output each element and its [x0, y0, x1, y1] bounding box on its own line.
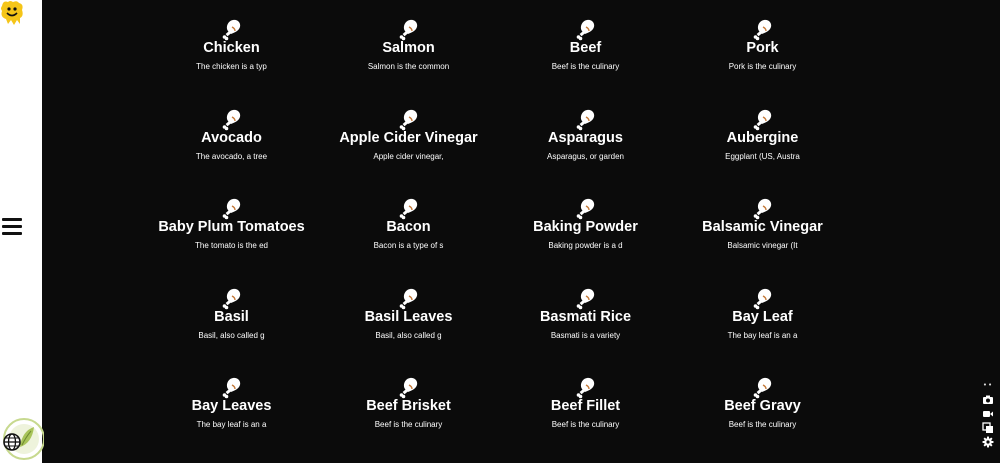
drumstick-icon	[220, 107, 244, 131]
ingredient-description: Baking powder is a d	[548, 241, 623, 250]
drumstick-icon	[751, 286, 775, 310]
ingredient-title: Asparagus	[548, 129, 623, 146]
ingredient-title: Bay Leaves	[191, 398, 272, 414]
drumstick-icon	[751, 375, 775, 399]
ingredient-card[interactable]: Bay Leaf The bay leaf is an a	[674, 283, 851, 373]
ingredient-title: Basil	[214, 308, 249, 325]
floating-toolbar: ••	[980, 382, 996, 448]
ingredient-title: Pork	[746, 40, 779, 56]
ingredient-title: Salmon	[382, 40, 435, 56]
ingredient-card[interactable]: Beef Beef is the culinary	[497, 14, 674, 104]
ingredient-card[interactable]: Balsamic Vinegar Balsamic vinegar (It	[674, 193, 851, 283]
ingredient-card[interactable]: Beef Gravy Beef is the culinary	[674, 372, 851, 462]
ingredient-description: The bay leaf is an a	[727, 330, 798, 340]
ingredient-title: Baking Powder	[533, 219, 638, 235]
ingredient-description: Beef is the culinary	[551, 420, 620, 429]
ingredient-description: Beef is the culinary	[728, 420, 797, 429]
ingredient-description: Asparagus, or garden	[547, 151, 624, 161]
ingredient-description: Beef is the culinary	[551, 62, 620, 71]
ingredient-title: Beef	[569, 40, 602, 56]
app-window: Chicken The chicken is a typ Salmon Salmon …	[0, 0, 1000, 463]
ingredient-card[interactable]: Pork Pork is the culinary	[674, 14, 851, 104]
ingredient-description: Basil, also called g	[198, 330, 265, 340]
ingredient-description: Beef is the culinary	[374, 420, 443, 429]
drumstick-icon	[574, 375, 598, 399]
ingredient-card[interactable]: Bay Leaves The bay leaf is an a	[143, 372, 320, 462]
video-camera-icon[interactable]	[982, 405, 994, 417]
drumstick-icon	[397, 196, 421, 220]
ingredient-description: The avocado, a tree	[195, 151, 268, 161]
ingredient-card[interactable]: Basil Basil, also called g	[143, 283, 320, 373]
ingredient-card[interactable]: Chicken The chicken is a typ	[143, 14, 320, 104]
copy-icon[interactable]	[982, 419, 994, 433]
drumstick-icon	[574, 196, 598, 220]
globe-icon[interactable]	[2, 432, 22, 452]
ingredient-description: Bacon is a type of s	[373, 241, 444, 250]
drumstick-icon	[751, 107, 775, 131]
ingredient-title: Basmati Rice	[539, 308, 632, 325]
drumstick-icon	[220, 286, 244, 310]
ingredient-title: Chicken	[203, 40, 260, 56]
camera-icon[interactable]	[982, 391, 994, 404]
drumstick-icon	[397, 17, 421, 41]
drumstick-icon	[574, 286, 598, 310]
sidebar	[0, 0, 45, 463]
ingredient-title: Beef Gravy	[724, 398, 801, 414]
drumstick-icon	[574, 17, 598, 41]
ingredient-card[interactable]: Aubergine Eggplant (US, Austra	[674, 104, 851, 194]
ingredient-description: The bay leaf is an a	[196, 420, 267, 429]
ingredient-card[interactable]: Apple Cider Vinegar Apple cider vinegar,	[320, 104, 497, 194]
ingredient-card[interactable]: Salmon Salmon is the common	[320, 14, 497, 104]
drumstick-icon	[751, 196, 775, 220]
ingredient-card[interactable]: Beef Fillet Beef is the culinary	[497, 372, 674, 462]
ingredient-title: Balsamic Vinegar	[702, 219, 823, 235]
ingredient-card[interactable]: Beef Brisket Beef is the culinary	[320, 372, 497, 462]
smiley-logo-icon[interactable]	[0, 0, 24, 26]
ingredient-description: The tomato is the ed	[195, 241, 268, 250]
drumstick-icon	[397, 375, 421, 399]
ingredient-title: Basil Leaves	[364, 308, 453, 325]
ingredient-card[interactable]: Basmati Rice Basmati is a variety	[497, 283, 674, 373]
ingredient-description: The chicken is a typ	[196, 62, 267, 71]
ingredient-card[interactable]: Basil Leaves Basil, also called g	[320, 283, 497, 373]
drumstick-icon	[397, 286, 421, 310]
ingredient-description: Apple cider vinegar,	[373, 151, 444, 161]
drumstick-icon	[397, 107, 421, 131]
ingredient-card[interactable]: Avocado The avocado, a tree	[143, 104, 320, 194]
hamburger-menu-icon[interactable]	[2, 218, 22, 236]
drumstick-icon	[220, 375, 244, 399]
ingredient-title: Beef Brisket	[366, 398, 451, 414]
ingredient-description: Eggplant (US, Austra	[725, 151, 800, 161]
drumstick-icon	[220, 17, 244, 41]
toolbar-drag-handle[interactable]: ••	[983, 382, 993, 389]
ingredient-title: Bacon	[386, 219, 431, 235]
ingredient-title: Avocado	[201, 129, 262, 146]
ingredient-title: Aubergine	[726, 129, 799, 146]
ingredient-description: Pork is the culinary	[728, 62, 797, 71]
ingredient-card[interactable]: Baking Powder Baking powder is a d	[497, 193, 674, 283]
ingredient-card[interactable]: Asparagus Asparagus, or garden	[497, 104, 674, 194]
ingredient-title: Baby Plum Tomatoes	[158, 219, 305, 235]
ingredient-description: Salmon is the common	[367, 62, 450, 71]
ingredients-grid: Chicken The chicken is a typ Salmon Salmon …	[143, 14, 851, 462]
ingredient-title: Bay Leaf	[732, 308, 793, 325]
ingredient-card[interactable]: Baby Plum Tomatoes The tomato is the ed	[143, 193, 320, 283]
ingredient-description: Basmati is a variety	[550, 330, 621, 340]
ingredient-title: Apple Cider Vinegar	[339, 129, 478, 146]
settings-gear-icon[interactable]	[982, 433, 994, 448]
ingredient-card[interactable]: Bacon Bacon is a type of s	[320, 193, 497, 283]
drumstick-icon	[751, 17, 775, 41]
ingredient-description: Basil, also called g	[375, 330, 442, 340]
ingredient-title: Beef Fillet	[550, 398, 621, 414]
drumstick-icon	[574, 107, 598, 131]
drumstick-icon	[220, 196, 244, 220]
ingredient-description: Balsamic vinegar (It	[727, 241, 798, 250]
